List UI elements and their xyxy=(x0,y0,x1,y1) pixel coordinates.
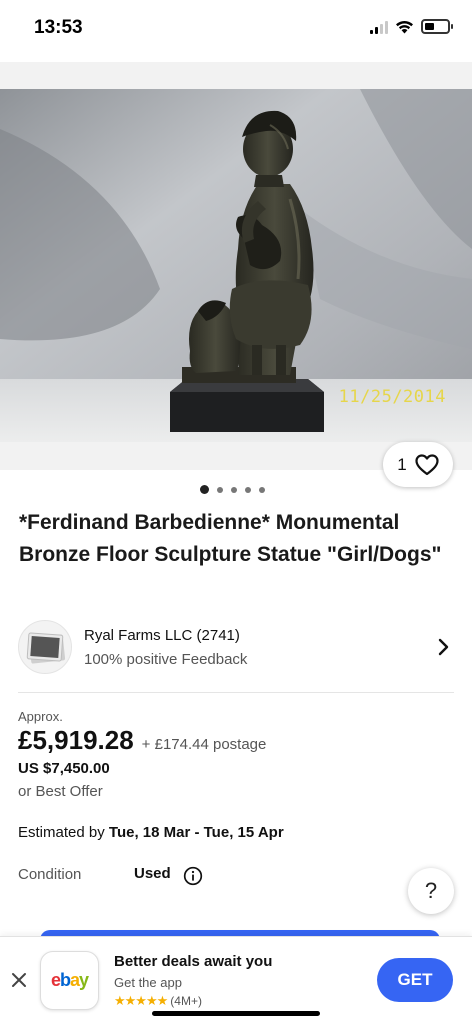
ebay-app-icon: ebay xyxy=(40,951,99,1010)
pagination-dot[interactable] xyxy=(217,486,223,493)
banner-title: Better deals await you xyxy=(114,953,273,970)
status-icons xyxy=(370,19,453,34)
close-icon[interactable] xyxy=(9,970,29,990)
header-spacer xyxy=(0,62,472,89)
status-time: 13:53 xyxy=(34,17,83,38)
estimated-delivery: Estimated by Tue, 18 Mar - Tue, 15 Apr xyxy=(18,824,284,841)
watch-button[interactable]: 1 xyxy=(383,442,453,487)
price: £5,919.28 xyxy=(18,725,134,755)
listing-title: *Ferdinand Barbedienne* Monumental Bronz… xyxy=(19,511,442,566)
battery-icon xyxy=(421,19,453,34)
app-install-banner: ebay Better deals await you Get the app … xyxy=(0,936,472,1024)
ebay-logo-letter: b xyxy=(59,970,71,990)
cellular-signal-icon xyxy=(370,20,388,34)
get-app-button[interactable]: GET xyxy=(377,958,453,1002)
pagination-dot[interactable] xyxy=(259,486,265,493)
image-pagination-dots[interactable] xyxy=(200,485,265,494)
photo-date-stamp: 11/25/2014 xyxy=(338,387,446,407)
pagination-dot[interactable] xyxy=(245,486,251,493)
pagination-dot[interactable] xyxy=(231,486,237,493)
wifi-icon xyxy=(396,20,413,33)
seller-photo-icon xyxy=(26,632,66,664)
get-label: GET xyxy=(397,970,433,989)
ebay-logo-letter: a xyxy=(69,970,80,990)
ebay-logo-letter: y xyxy=(79,970,89,990)
delivery-label: Estimated by xyxy=(18,824,105,841)
best-offer-label: or Best Offer xyxy=(18,783,103,800)
price-row: £5,919.28 + £174.44 postage xyxy=(18,725,266,756)
ebay-logo-letter: e xyxy=(50,970,61,990)
seller-feedback: 100% positive Feedback xyxy=(84,651,248,668)
seller-avatar xyxy=(18,620,72,674)
condition-value: Used xyxy=(134,865,171,882)
help-button[interactable]: ? xyxy=(408,868,454,914)
watch-count: 1 xyxy=(397,454,407,474)
status-bar: 13:53 xyxy=(0,0,472,54)
rating-count: (4M+) xyxy=(170,994,202,1008)
app-rating: ★★★★★ (4M+) xyxy=(114,993,202,1009)
usd-price: US $7,450.00 xyxy=(18,760,110,777)
help-label: ? xyxy=(424,878,438,903)
condition-label: Condition xyxy=(18,866,82,883)
star-rating-icon: ★★★★★ xyxy=(114,993,168,1008)
divider xyxy=(18,692,454,693)
heart-icon xyxy=(415,453,439,475)
home-indicator[interactable] xyxy=(152,1011,320,1016)
delivery-dates: Tue, 18 Mar - Tue, 15 Apr xyxy=(108,824,284,841)
approx-label: Approx. xyxy=(18,709,63,724)
seller-name: Ryal Farms LLC (2741) xyxy=(84,627,240,644)
chevron-right-icon xyxy=(438,638,449,656)
seller-card[interactable]: Ryal Farms LLC (2741) 100% positive Feed… xyxy=(18,618,456,678)
banner-subtitle: Get the app xyxy=(114,975,182,990)
listing-image[interactable]: 11/25/2014 xyxy=(0,89,472,442)
pagination-dot[interactable] xyxy=(200,485,209,494)
info-icon[interactable] xyxy=(183,866,203,886)
postage-cost: + £174.44 postage xyxy=(141,736,267,753)
